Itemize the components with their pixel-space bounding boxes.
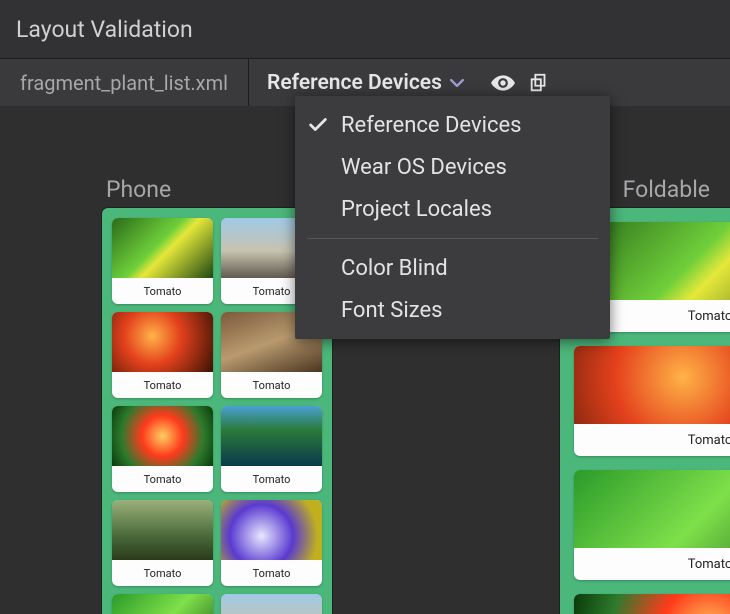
plant-card[interactable]: Tomato bbox=[112, 594, 213, 614]
file-tab[interactable]: fragment_plant_list.xml bbox=[0, 59, 249, 107]
menu-item-reference-devices[interactable]: Reference Devices bbox=[295, 104, 610, 146]
plant-caption: Tomato bbox=[221, 560, 322, 586]
device-dropdown-menu: Reference Devices Wear OS Devices Project … bbox=[295, 96, 610, 339]
plant-caption: Tomato bbox=[112, 466, 213, 492]
title-bar: Layout Validation bbox=[0, 0, 730, 59]
plant-card[interactable]: Tomato bbox=[574, 594, 730, 614]
plant-image bbox=[112, 594, 213, 614]
plant-card[interactable]: Tomato bbox=[112, 500, 213, 586]
device-label-phone: Phone bbox=[106, 176, 171, 203]
plant-image bbox=[112, 312, 213, 372]
menu-item-font-sizes[interactable]: Font Sizes bbox=[295, 289, 610, 331]
plant-card[interactable]: Tomato bbox=[221, 594, 322, 614]
plant-card[interactable]: Tomato bbox=[112, 218, 213, 304]
plant-card[interactable]: Tomato bbox=[574, 470, 730, 580]
menu-item-label: Font Sizes bbox=[341, 298, 442, 323]
visibility-icon[interactable] bbox=[488, 68, 518, 98]
plant-image bbox=[221, 500, 322, 560]
file-tab-label: fragment_plant_list.xml bbox=[20, 71, 228, 95]
plant-caption: Tomato bbox=[221, 372, 322, 398]
plant-caption: Tomato bbox=[112, 372, 213, 398]
menu-item-label: Reference Devices bbox=[341, 113, 522, 138]
plant-caption: Tomato bbox=[574, 548, 730, 580]
menu-separator bbox=[307, 238, 598, 239]
plant-caption: Tomato bbox=[574, 424, 730, 456]
plant-caption: Tomato bbox=[112, 278, 213, 304]
check-icon bbox=[307, 114, 329, 136]
plant-caption: Tomato bbox=[221, 466, 322, 492]
plant-image bbox=[112, 500, 213, 560]
plant-card[interactable]: Tomato bbox=[112, 406, 213, 492]
menu-item-project-locales[interactable]: Project Locales bbox=[295, 188, 610, 230]
plant-image bbox=[221, 406, 322, 466]
copy-icon[interactable] bbox=[524, 68, 554, 98]
plant-card[interactable]: Tomato bbox=[574, 346, 730, 456]
plant-image bbox=[112, 406, 213, 466]
menu-item-label: Color Blind bbox=[341, 256, 448, 281]
plant-image bbox=[574, 594, 730, 614]
device-label-foldable: Foldable bbox=[623, 176, 710, 203]
plant-image bbox=[112, 218, 213, 278]
device-dropdown-label: Reference Devices bbox=[267, 71, 442, 95]
menu-item-label: Wear OS Devices bbox=[341, 155, 507, 180]
plant-caption: Tomato bbox=[112, 560, 213, 586]
menu-item-color-blind[interactable]: Color Blind bbox=[295, 247, 610, 289]
menu-item-label: Project Locales bbox=[341, 197, 492, 222]
plant-image bbox=[574, 346, 730, 424]
menu-item-wear-os-devices[interactable]: Wear OS Devices bbox=[295, 146, 610, 188]
plant-card[interactable]: Tomato bbox=[221, 406, 322, 492]
page-title: Layout Validation bbox=[16, 16, 193, 43]
plant-card[interactable]: Tomato bbox=[221, 500, 322, 586]
plant-image bbox=[574, 470, 730, 548]
plant-card[interactable]: Tomato bbox=[112, 312, 213, 398]
plant-image bbox=[221, 594, 322, 614]
chevron-down-icon bbox=[450, 76, 464, 90]
